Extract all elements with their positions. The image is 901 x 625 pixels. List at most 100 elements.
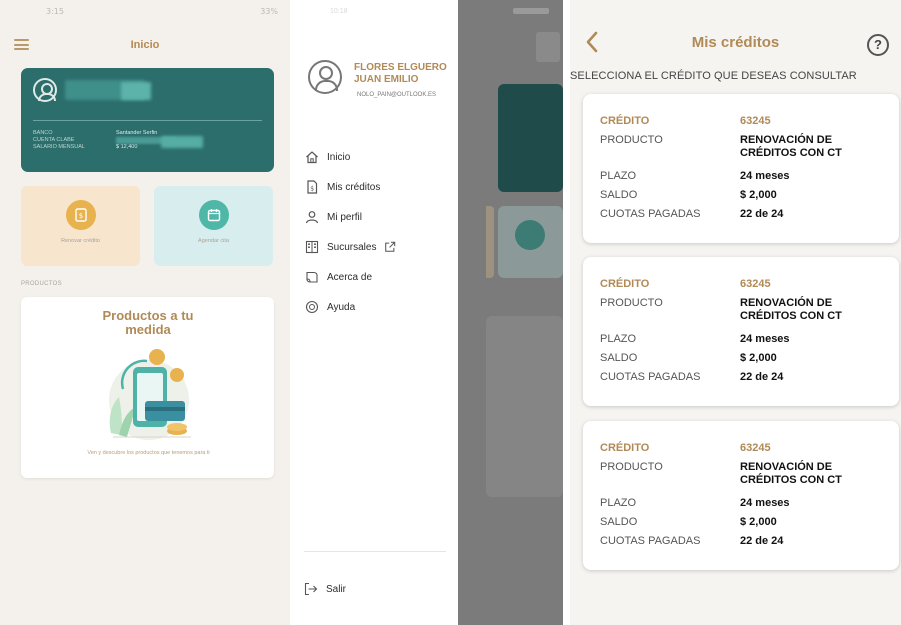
logout-label: Salir (326, 583, 347, 595)
credit-number: 63245 (740, 278, 771, 290)
user-name-line1: FLORES ELGUERO (354, 62, 447, 73)
wallet-icon: $ (65, 200, 96, 230)
background-quick-card (498, 206, 563, 278)
document-icon: $ (304, 179, 320, 195)
drawer-item-label: Sucursales (327, 241, 377, 253)
status-icons (513, 8, 549, 14)
user-avatar-icon (33, 78, 57, 102)
account-labels: BANCO CUENTA CLABE SALARIO MENSUAL (33, 130, 85, 151)
term-value: 24 meses (740, 170, 790, 182)
term-label: PLAZO (600, 333, 637, 345)
calendar-icon (198, 200, 229, 230)
balance-value: $ 2,000 (740, 516, 777, 528)
drawer-item-acerca-de[interactable]: Acerca de (304, 262, 396, 292)
svg-text:$: $ (310, 186, 314, 193)
products-caption: Ven y descubre los productos que tenemos… (87, 450, 210, 456)
help-chat-icon (304, 299, 320, 315)
drawer-item-label: Inicio (327, 151, 351, 163)
credits-screen: Mis créditos ? SELECCIONA EL CRÉDITO QUE… (570, 0, 901, 625)
paid-installments-label: CUOTAS PAGADAS (600, 208, 701, 220)
products-title: Productos a tu medida (102, 308, 194, 337)
product-label: PRODUCTO (600, 297, 663, 309)
drawer-item-inicio[interactable]: Inicio (304, 142, 396, 172)
divider (304, 551, 446, 552)
drawer-item-mis-creditos[interactable]: $ Mis créditos (304, 172, 396, 202)
balance-value: $ 2,000 (740, 189, 777, 201)
background-products-card (486, 316, 563, 497)
logout-icon (304, 582, 318, 596)
svg-text:$: $ (78, 212, 82, 220)
redacted-clabe (161, 136, 203, 148)
product-name: RENOVACIÓN DE (740, 461, 833, 473)
navigation-drawer-screen: FLORES ELGUERO JUAN EMILIO NOLO_PAIN@OUT… (290, 0, 563, 625)
term-value: 24 meses (740, 333, 790, 345)
products-card[interactable]: Productos a tu medida Ven y descubre los… (21, 297, 274, 478)
paid-installments-value: 22 de 24 (740, 208, 784, 220)
paid-installments-value: 22 de 24 (740, 371, 784, 383)
menu-icon[interactable] (14, 39, 29, 50)
bank-label: BANCO (33, 130, 53, 136)
page-title: Mis créditos (691, 34, 780, 51)
drawer-item-label: Mis créditos (327, 181, 381, 193)
status-time: 3:15 (46, 6, 64, 16)
drawer-item-sucursales[interactable]: Sucursales (304, 232, 396, 262)
profile-avatar-icon (308, 60, 342, 94)
credit-card[interactable]: CRÉDITO 63245 PRODUCTO RENOVACIÓN DE CRÉDITO… (583, 257, 899, 406)
credit-number: 63245 (740, 115, 771, 127)
account-card: BANCO CUENTA CLABE SALARIO MENSUAL Santa… (21, 68, 274, 172)
schedule-appointment-button[interactable]: Agendar cita (154, 186, 273, 266)
user-icon (304, 209, 320, 225)
drawer-item-label: Acerca de (327, 271, 373, 283)
side-drawer: FLORES ELGUERO JUAN EMILIO NOLO_PAIN@OUT… (290, 0, 458, 625)
drawer-item-ayuda[interactable]: Ayuda (304, 292, 396, 322)
balance-label: SALDO (600, 516, 638, 528)
page-title: Inicio (130, 39, 160, 51)
clabe-label: CUENTA CLABE (33, 137, 75, 143)
instruction-text: SELECCIONA EL CRÉDITO QUE DESEAS CONSULT… (570, 70, 857, 82)
product-name-line2: CRÉDITOS CON CT (740, 310, 842, 322)
background-element (536, 32, 560, 62)
status-bar: 3:15 33% (0, 0, 290, 22)
credit-card[interactable]: CRÉDITO 63245 PRODUCTO RENOVACIÓN DE CRÉDITO… (583, 94, 899, 243)
home-icon (304, 149, 320, 165)
paid-installments-value: 22 de 24 (740, 535, 784, 547)
balance-label: SALDO (600, 352, 638, 364)
product-name: RENOVACIÓN DE (740, 134, 833, 146)
product-name-line2: CRÉDITOS CON CT (740, 474, 842, 486)
product-label: PRODUCTO (600, 461, 663, 473)
balance-value: $ 2,000 (740, 352, 777, 364)
help-button[interactable]: ? (867, 34, 889, 56)
credit-number: 63245 (740, 442, 771, 454)
app-header: Inicio (0, 22, 290, 68)
divider (33, 120, 262, 121)
renew-credit-button[interactable]: $ Renovar crédito (21, 186, 140, 266)
credit-card[interactable]: CRÉDITO 63245 PRODUCTO RENOVACIÓN DE CRÉDITO… (583, 421, 899, 570)
user-name-line2: JUAN EMILIO (354, 74, 419, 85)
credit-label: CRÉDITO (600, 115, 650, 127)
background-quick-card (486, 206, 494, 278)
drawer-item-mi-perfil[interactable]: Mi perfil (304, 202, 396, 232)
status-time: 10:18 (330, 7, 348, 15)
paid-installments-label: CUOTAS PAGADAS (600, 535, 701, 547)
product-name: RENOVACIÓN DE (740, 297, 833, 309)
drawer-item-label: Mi perfil (327, 211, 363, 223)
section-label: PRODUCTOS (21, 281, 62, 287)
products-illustration (109, 349, 191, 440)
balance-label: SALDO (600, 189, 638, 201)
product-name-line2: CRÉDITOS CON CT (740, 147, 842, 159)
logout-button[interactable]: Salir (304, 582, 346, 596)
background-account-card (498, 84, 563, 192)
user-email: NOLO_PAIN@OUTLOOK.ES (357, 92, 436, 98)
credit-label: CRÉDITO (600, 278, 650, 290)
drawer-item-label: Ayuda (327, 301, 356, 313)
term-label: PLAZO (600, 170, 637, 182)
drawer-menu: Inicio $ Mis créditos Mi perfil Sucursal… (304, 142, 396, 322)
redacted-block (121, 82, 151, 100)
renew-credit-label: Renovar crédito (61, 238, 100, 244)
info-icon (304, 269, 320, 285)
user-name: FLORES ELGUERO JUAN EMILIO (354, 62, 447, 86)
home-screen: 3:15 33% Inicio BANCO CUENTA CLABE SALAR… (0, 0, 290, 625)
schedule-appointment-label: Agendar cita (198, 238, 229, 244)
external-link-icon (384, 241, 396, 253)
product-label: PRODUCTO (600, 134, 663, 146)
